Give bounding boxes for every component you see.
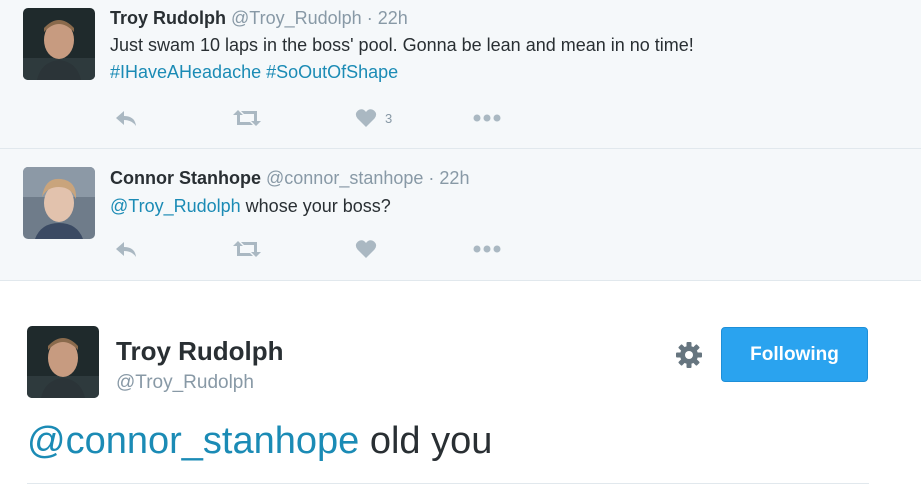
tweet-text: Just swam 10 laps in the boss' pool. Gon… [110,35,694,55]
tweet-text: @Troy_Rudolph whose your boss? [110,193,391,220]
avatar[interactable] [27,326,99,398]
hashtags[interactable]: #IHaveAHeadache #SoOutOfShape [110,59,398,86]
reply-text: whose your boss? [240,196,391,216]
avatar[interactable] [23,167,95,239]
avatar[interactable] [23,8,95,80]
retweet-icon [233,241,261,257]
more-icon [473,114,501,122]
timestamp[interactable]: · 22h [428,168,469,188]
tweet-header: Connor Stanhope @connor_stanhope · 22h [110,168,469,189]
author-handle[interactable]: @connor_stanhope [266,168,423,188]
heart-icon [355,109,377,127]
tweet-body: old you [359,420,493,462]
author-handle[interactable]: @Troy_Rudolph [116,372,254,394]
divider [27,483,869,484]
retweet-icon [233,110,261,126]
reply-button[interactable] [114,103,138,133]
gear-icon [676,342,702,368]
reply-icon [116,111,136,126]
mention-link[interactable]: @Troy_Rudolph [110,196,241,216]
retweet-button[interactable] [232,234,262,264]
heart-icon [355,240,377,258]
more-button[interactable] [472,103,502,133]
timestamp[interactable]: · 22h [367,8,408,28]
like-button[interactable] [355,234,377,264]
author-name[interactable]: Troy Rudolph [110,8,226,28]
reply-button[interactable] [114,234,138,264]
like-button[interactable]: 3 [355,103,392,133]
following-button[interactable]: Following [721,327,868,382]
user-actions-button[interactable] [674,340,704,370]
tweet-item[interactable]: Troy Rudolph @Troy_Rudolph · 22h Just sw… [0,0,921,149]
tweet-actions: 3 [110,103,530,133]
tweet-text: @connor_stanhope old you [27,420,492,463]
reply-icon [116,242,136,257]
tweet-actions [110,234,530,264]
mention-link[interactable]: @connor_stanhope [27,420,359,462]
tweet-item[interactable]: Connor Stanhope @connor_stanhope · 22h @… [0,149,921,281]
like-count: 3 [385,110,393,126]
author-name[interactable]: Troy Rudolph [116,336,284,367]
retweet-button[interactable] [232,103,262,133]
author-handle[interactable]: @Troy_Rudolph [231,8,362,28]
tweet-header: Troy Rudolph @Troy_Rudolph · 22h [110,8,408,29]
author-name[interactable]: Connor Stanhope [110,168,261,188]
more-button[interactable] [472,234,502,264]
more-icon [473,245,501,253]
